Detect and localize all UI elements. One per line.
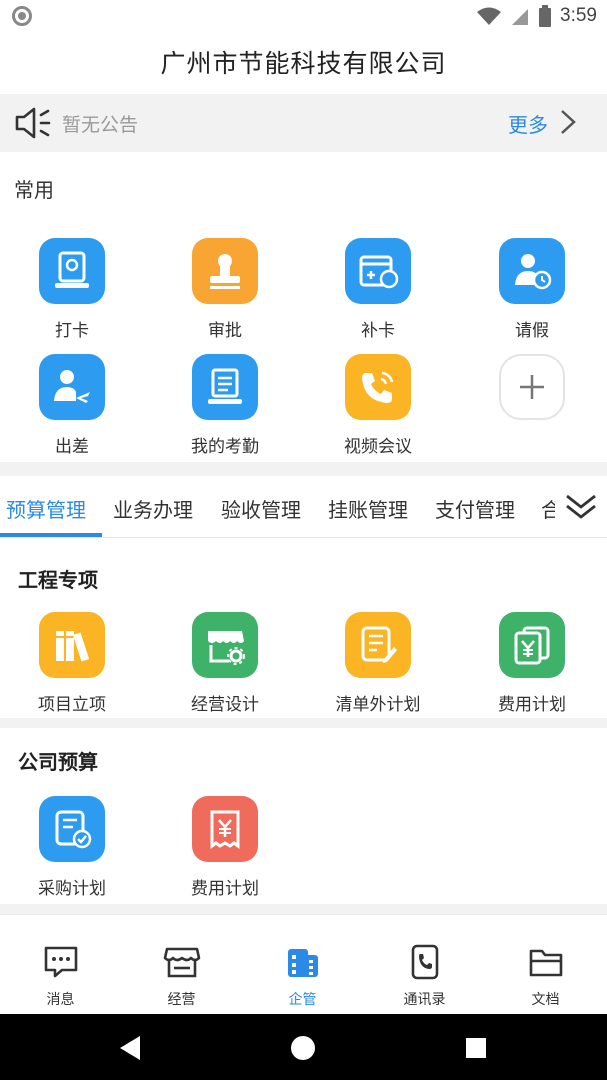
status-bar: x 3:59 xyxy=(0,0,607,32)
stamp-icon xyxy=(192,238,258,304)
leave-icon xyxy=(499,238,565,304)
nav-label: 经营 xyxy=(167,992,196,1008)
app-label: 费用计划 xyxy=(191,879,259,899)
books-icon xyxy=(39,612,105,678)
category-tabs: 预算管理 业务办理 验收管理 挂账管理 支付管理 合 xyxy=(0,476,607,538)
nav-item-documents[interactable]: 文档 xyxy=(485,915,606,1015)
yuan-receipt-icon xyxy=(192,796,258,862)
nav-item-messages[interactable]: 消息 xyxy=(0,915,121,1015)
nav-item-contacts[interactable]: 通讯录 xyxy=(364,915,485,1015)
app-item-business-design[interactable]: 经营设计 xyxy=(165,612,285,722)
recents-icon[interactable] xyxy=(465,1037,487,1059)
app-item-leave[interactable]: 请假 xyxy=(472,238,592,348)
edit-list-icon xyxy=(345,612,411,678)
app-label: 审批 xyxy=(208,321,242,341)
app-item-expense-plan[interactable]: 费用计划 xyxy=(472,612,592,722)
app-label: 费用计划 xyxy=(498,695,566,715)
store-icon xyxy=(163,947,201,978)
tab-acceptance-management[interactable]: 验收管理 xyxy=(221,494,301,523)
notification-dot-icon xyxy=(12,6,32,26)
app-label: 出差 xyxy=(55,437,89,457)
wifi-icon: x xyxy=(477,7,502,26)
app-item-off-list-plan[interactable]: 清单外计划 xyxy=(318,612,438,722)
contacts-phone-icon xyxy=(411,944,439,980)
app-label: 补卡 xyxy=(361,321,395,341)
more-link[interactable]: 更多 xyxy=(508,109,548,138)
battery-icon xyxy=(539,5,552,27)
divider xyxy=(0,718,607,728)
tab-budget-management[interactable]: 预算管理 xyxy=(6,494,86,523)
nav-label: 文档 xyxy=(531,992,560,1008)
app-label: 采购计划 xyxy=(38,879,106,899)
section-label-common: 常用 xyxy=(14,178,54,202)
app-item-approval[interactable]: 审批 xyxy=(165,238,285,348)
announcement-bar[interactable]: 暂无公告 更多 xyxy=(0,94,607,152)
app-label: 清单外计划 xyxy=(335,695,421,715)
tab-accounts-management[interactable]: 挂账管理 xyxy=(328,494,408,523)
app-item-clock-in[interactable]: 打卡 xyxy=(12,238,132,348)
double-chevron-down-icon xyxy=(566,494,596,519)
app-item-company-expense-plan[interactable]: 费用计划 xyxy=(165,796,285,906)
nav-label: 企管 xyxy=(288,992,317,1008)
expand-tabs-button[interactable] xyxy=(555,476,607,537)
back-icon[interactable] xyxy=(118,1035,142,1061)
app-item-my-attendance[interactable]: 我的考勤 xyxy=(165,354,285,464)
common-apps-section: 常用 打卡 审批 补卡 请假 出差 我的考勤 视频会议 xyxy=(0,152,607,462)
folder-icon xyxy=(529,949,563,977)
clock-time: 3:59 xyxy=(560,5,597,26)
svg-text:x: x xyxy=(492,18,497,26)
nav-label: 消息 xyxy=(46,992,75,1008)
shop-settings-icon xyxy=(192,612,258,678)
app-label: 请假 xyxy=(515,321,549,341)
plus-icon xyxy=(499,354,565,420)
clock-in-icon xyxy=(39,238,105,304)
divider xyxy=(0,904,607,914)
purchase-plan-icon xyxy=(39,796,105,862)
app-item-purchase-plan[interactable]: 采购计划 xyxy=(12,796,132,906)
bottom-nav: 消息 经营 企管 通讯录 文档 xyxy=(0,914,607,1014)
group-title-engineering: 工程专项 xyxy=(18,568,98,592)
home-icon[interactable] xyxy=(290,1035,316,1061)
app-item-video-meeting[interactable]: 视频会议 xyxy=(318,354,438,464)
tab-payment-management[interactable]: 支付管理 xyxy=(435,494,515,523)
business-trip-icon xyxy=(39,354,105,420)
signal-icon xyxy=(512,9,529,25)
tab-business-handling[interactable]: 业务办理 xyxy=(113,494,193,523)
speaker-icon xyxy=(15,107,51,139)
attendance-icon xyxy=(192,354,258,420)
app-label: 打卡 xyxy=(55,321,89,341)
app-label: 项目立项 xyxy=(38,695,106,715)
group-title-company-budget: 公司预算 xyxy=(18,750,98,774)
message-icon xyxy=(44,946,78,978)
page-title: 广州市节能科技有限公司 xyxy=(160,49,447,78)
app-item-supplement-card[interactable]: 补卡 xyxy=(318,238,438,348)
system-nav-bar xyxy=(0,1014,607,1080)
title-bar: 广州市节能科技有限公司 xyxy=(0,32,607,92)
divider xyxy=(0,462,607,476)
nav-item-management[interactable]: 企管 xyxy=(242,915,363,1015)
nav-label: 通讯录 xyxy=(403,992,446,1008)
yuan-cards-icon xyxy=(499,612,565,678)
app-item-project-initiation[interactable]: 项目立项 xyxy=(12,612,132,722)
app-item-business-trip[interactable]: 出差 xyxy=(12,354,132,464)
app-label: 视频会议 xyxy=(344,437,412,457)
announcement-text: 暂无公告 xyxy=(62,114,139,136)
video-call-icon xyxy=(345,354,411,420)
add-app-button[interactable] xyxy=(472,354,592,464)
active-tab-indicator xyxy=(0,533,102,537)
chevron-right-icon[interactable] xyxy=(557,107,579,137)
supplement-card-icon xyxy=(345,238,411,304)
app-label: 经营设计 xyxy=(191,695,259,715)
status-indicators: x 3:59 xyxy=(476,4,597,28)
nav-item-business[interactable]: 经营 xyxy=(121,915,242,1015)
management-icon xyxy=(288,949,318,977)
app-label: 我的考勤 xyxy=(191,437,259,457)
